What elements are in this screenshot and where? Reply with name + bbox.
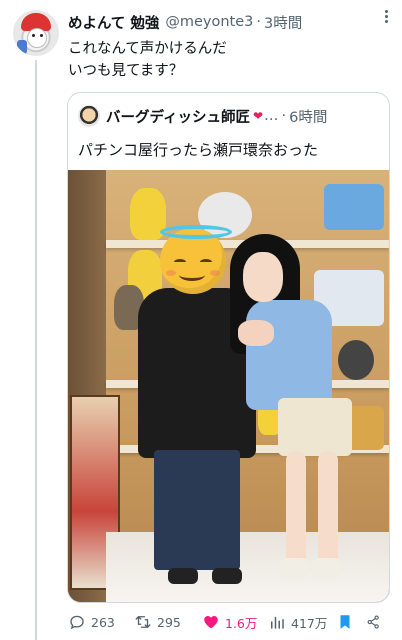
author-avatar[interactable] (13, 10, 59, 56)
photo-person (243, 252, 283, 302)
quoted-tweet[interactable]: バーグディッシュ師匠 ❤ … · 6時間 パチンコ屋行ったら瀬戸環奈おった (67, 92, 390, 603)
name-ellipsis: … (264, 108, 279, 124)
retweet-icon (135, 615, 151, 629)
photo-floor (106, 532, 389, 602)
separator: · (256, 14, 261, 30)
quoted-tweet-header: バーグディッシュ師匠 ❤ … · 6時間 (78, 105, 379, 127)
share-button[interactable] (366, 613, 386, 631)
quoted-author-name: バーグディッシュ師匠 (106, 109, 250, 126)
photo-person (278, 398, 352, 456)
tweet-text-line: これなんて声かけるんだ (68, 41, 227, 57)
halo-icon (160, 225, 232, 239)
heart-emoji-icon: ❤ (252, 109, 264, 123)
tweet-time[interactable]: 3時間 (264, 12, 302, 33)
photo-person (168, 568, 198, 584)
avatar-eye (32, 34, 35, 37)
thread-line (35, 60, 37, 640)
avatar-eye (40, 34, 43, 37)
photo-person (154, 450, 240, 570)
retweet-button[interactable]: 295 (134, 613, 202, 631)
emoji-eye (174, 259, 186, 265)
like-icon (204, 616, 218, 629)
author-handle[interactable]: @meyonte3 (165, 14, 253, 30)
photo-heart-hands (238, 320, 274, 346)
share-icon (367, 615, 379, 629)
avatar-face (27, 28, 47, 48)
quoted-tweet-text: パチンコ屋行ったら瀬戸環奈おった (78, 141, 319, 159)
author-name[interactable]: めよんて 勉強 (68, 12, 159, 33)
photo-person (286, 452, 306, 564)
photo-person (280, 558, 308, 580)
quoted-tweet-time: 6時間 (289, 109, 328, 126)
views-icon (271, 616, 284, 629)
reply-count: 263 (91, 614, 115, 630)
tweet-text: これなんて声かけるんだ いつも見てます？ (68, 38, 388, 82)
quoted-tweet-photo[interactable] (68, 170, 389, 602)
bookmark-button[interactable] (336, 613, 366, 631)
like-button[interactable]: 1.6万 (202, 613, 268, 632)
emoji-eye (200, 259, 212, 265)
separator: · (281, 108, 287, 124)
like-count: 1.6万 (225, 615, 258, 631)
photo-toy (324, 184, 384, 230)
photo-person (312, 558, 340, 580)
avatar-detail (17, 40, 27, 54)
views-count: 417万 (291, 615, 328, 631)
tweet-text-line: いつも見てます？ (68, 63, 184, 79)
photo-person (246, 300, 332, 410)
quoted-author-avatar (78, 105, 100, 127)
bookmark-icon (340, 615, 350, 629)
photo-person (318, 452, 338, 564)
emoji-blush (166, 270, 176, 276)
retweet-count: 295 (157, 614, 181, 630)
more-icon[interactable] (378, 8, 394, 28)
tweet-header: めよんて 勉強 @meyonte3 · 3時間 (68, 12, 390, 32)
views-button[interactable]: 417万 (268, 613, 336, 632)
photo-person (212, 568, 242, 584)
reply-icon (70, 615, 84, 630)
photo-toy (338, 340, 374, 380)
emoji-blush (210, 270, 220, 276)
reply-button[interactable]: 263 (68, 613, 134, 631)
emoji-mouth (179, 269, 205, 281)
tweet-actions: 263 295 1.6万 417万 (68, 612, 394, 632)
